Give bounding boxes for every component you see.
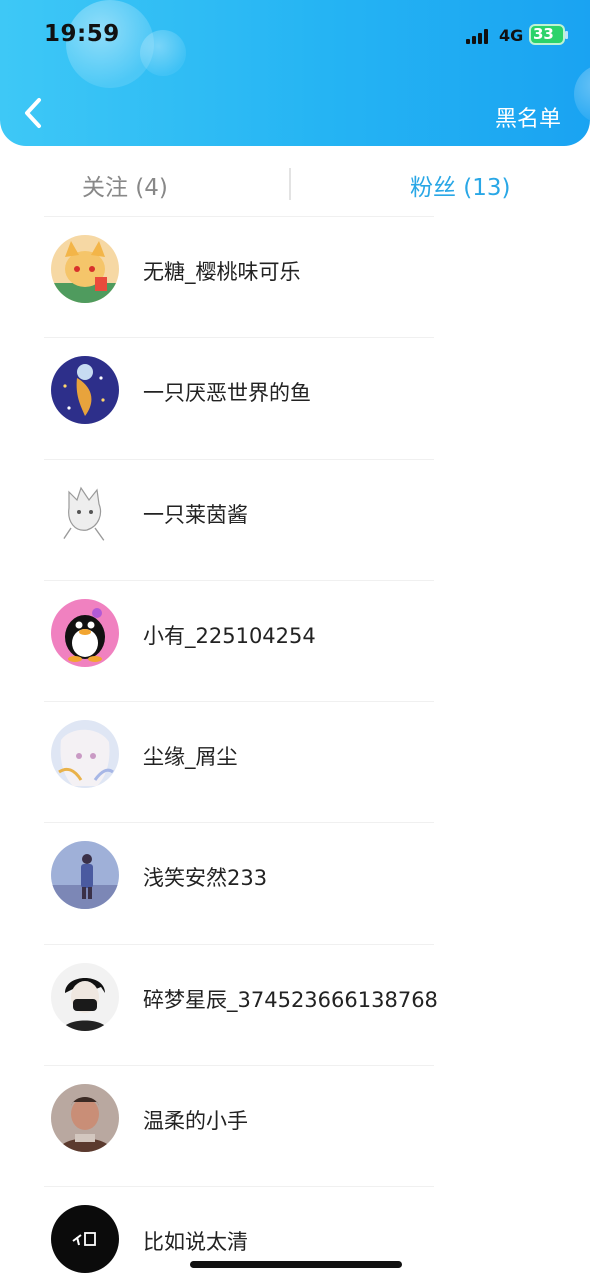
list-item[interactable]: 尘缘_屑尘 — [0, 701, 590, 822]
fan-name: 温柔的小手 — [143, 1109, 248, 1134]
chevron-left-icon — [25, 98, 41, 128]
fan-name: 一只厌恶世界的鱼 — [143, 381, 311, 406]
masked-boy-avatar-icon — [51, 962, 119, 1031]
photo-man-avatar-icon — [51, 1084, 119, 1153]
blacklist-button[interactable]: 黑名单 — [495, 101, 561, 133]
list-item[interactable]: 无糖_樱桃味可乐 — [0, 216, 590, 337]
list-item[interactable]: 小有_225104254 — [0, 579, 590, 701]
fan-name: 浅笑安然233 — [143, 866, 268, 891]
avatar[interactable] — [51, 235, 119, 303]
avatar[interactable] — [51, 1084, 119, 1153]
list-item[interactable]: 一只莱茵酱 — [0, 458, 590, 580]
decor-bubble — [140, 30, 186, 76]
fan-name: 尘缘_屑尘 — [143, 745, 238, 770]
avatar[interactable] — [51, 1205, 119, 1274]
anime-girl-avatar-icon — [51, 720, 119, 789]
anime-sketch-avatar-icon — [51, 477, 119, 546]
signal-icon — [466, 28, 492, 44]
fans-list: 无糖_樱桃味可乐 一只厌恶世界的鱼 一只莱茵酱 小有_225104254 尘缘_… — [0, 216, 590, 1280]
avatar[interactable] — [51, 477, 119, 546]
decor-bubble — [574, 64, 590, 124]
person-landscape-avatar-icon — [51, 841, 119, 910]
avatar[interactable] — [51, 598, 119, 667]
cartoon-fox-avatar-icon — [51, 235, 119, 303]
tab-fans[interactable]: 粉丝 (13) — [410, 168, 511, 202]
tab-divider — [289, 168, 291, 200]
list-item[interactable]: 浅笑安然233 — [0, 822, 590, 943]
home-indicator[interactable] — [190, 1261, 402, 1268]
battery-level: 33 — [533, 25, 554, 43]
black-circle-avatar-icon — [51, 1205, 119, 1274]
avatar[interactable] — [51, 841, 119, 910]
tab-following[interactable]: 关注 (4) — [82, 168, 168, 202]
battery-icon: 33 — [529, 24, 568, 45]
list-item[interactable]: 碎梦星辰_374523666138768 — [0, 943, 590, 1065]
back-button[interactable] — [20, 96, 50, 130]
fan-name: 碎梦星辰_374523666138768 — [143, 987, 438, 1012]
list-item[interactable]: 一只厌恶世界的鱼 — [0, 337, 590, 458]
avatar[interactable] — [51, 720, 119, 789]
fan-name: 比如说太清 — [143, 1230, 248, 1255]
fan-name: 无糖_樱桃味可乐 — [143, 260, 301, 284]
list-item[interactable]: 温柔的小手 — [0, 1065, 590, 1186]
header-bar: 19:59 4G 33 黑名单 — [0, 0, 590, 146]
network-label: 4G — [499, 26, 524, 45]
penguin-avatar-icon — [51, 598, 119, 667]
tab-bar: 关注 (4) 粉丝 (13) — [0, 158, 590, 212]
fan-name: 一只莱茵酱 — [143, 502, 248, 527]
avatar[interactable] — [51, 962, 119, 1031]
fan-name: 小有_225104254 — [143, 623, 316, 648]
fish-moon-avatar-icon — [51, 356, 119, 425]
status-time: 19:59 — [44, 21, 120, 47]
avatar[interactable] — [51, 356, 119, 425]
